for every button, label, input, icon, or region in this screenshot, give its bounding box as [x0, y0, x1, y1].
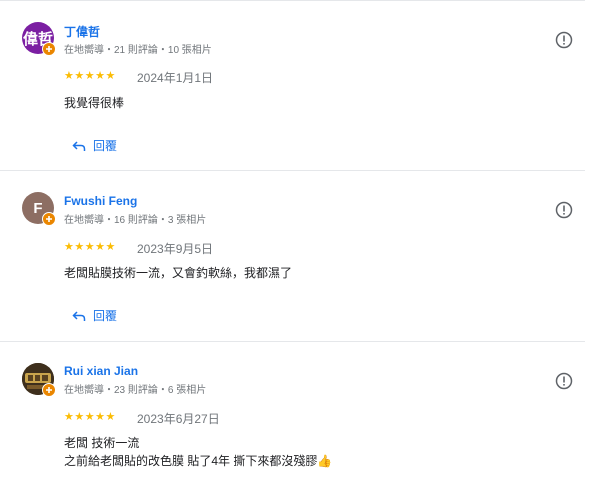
star-rating: ★★★★★	[64, 241, 116, 253]
report-flag-icon[interactable]	[555, 31, 573, 49]
reply-label: 回覆	[93, 309, 118, 323]
reply-button[interactable]: 回覆	[72, 137, 117, 154]
review-text-line: 老闆 技術一流	[64, 436, 140, 450]
avatar[interactable]: F	[22, 192, 56, 226]
review-text: 我覺得很棒	[64, 94, 124, 112]
local-guide-badge-icon	[42, 42, 56, 56]
reply-button[interactable]: 回覆	[72, 307, 117, 324]
reviewer-meta: 在地嚮導・23 則評論・6 張相片	[64, 385, 207, 396]
avatar[interactable]: 偉哲	[22, 22, 56, 56]
review-text-line: 之前給老闆貼的改色膜 貼了4年 撕下來都沒殘膠👍	[64, 454, 333, 468]
review-text-line: 我覺得很棒	[64, 96, 125, 110]
review-text: 老闆 技術一流 之前給老闆貼的改色膜 貼了4年 撕下來都沒殘膠👍	[64, 434, 332, 470]
reply-arrow-icon	[72, 140, 86, 151]
review-text: 老闆貼膜技術一流，又會釣軟絲，我都濕了	[64, 264, 292, 282]
reply-arrow-icon	[72, 310, 86, 321]
avatar[interactable]	[22, 363, 56, 397]
reviewer-name[interactable]: 丁偉哲	[64, 23, 100, 40]
review-date: 2023年9月5日	[137, 242, 214, 256]
star-rating: ★★★★★	[64, 70, 116, 82]
review-date: 2023年6月27日	[137, 412, 220, 426]
reviewer-meta: 在地嚮導・16 則評論・3 張相片	[64, 215, 207, 226]
star-rating: ★★★★★	[64, 411, 116, 423]
reviewer-meta: 在地嚮導・21 則評論・10 張相片	[64, 45, 212, 56]
reviewer-name[interactable]: Rui xian Jian	[64, 364, 138, 378]
report-flag-icon[interactable]	[555, 372, 573, 390]
reply-label: 回覆	[93, 139, 118, 153]
review-text-line: 老闆貼膜技術一流，又會釣軟絲，我都濕了	[64, 266, 293, 280]
top-divider	[0, 0, 585, 1]
review-date: 2024年1月1日	[137, 71, 214, 85]
local-guide-badge-icon	[42, 383, 56, 397]
report-flag-icon[interactable]	[555, 201, 573, 219]
review-divider	[0, 170, 585, 171]
reviewer-name[interactable]: Fwushi Feng	[64, 194, 137, 208]
review-divider	[0, 341, 585, 342]
local-guide-badge-icon	[42, 212, 56, 226]
